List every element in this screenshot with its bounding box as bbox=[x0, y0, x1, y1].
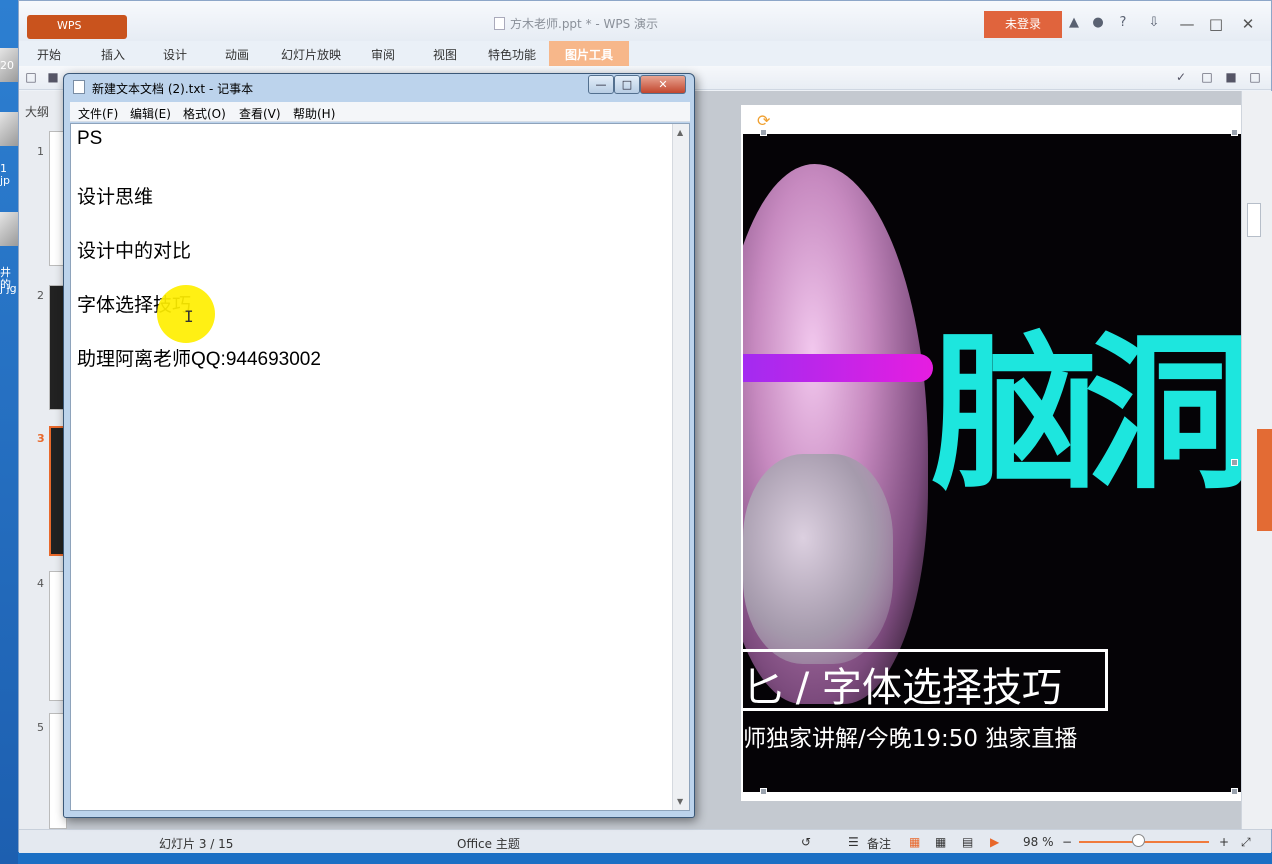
pen-icon[interactable]: ✓ bbox=[1173, 69, 1189, 85]
text-line: 设计思维 bbox=[77, 187, 154, 208]
tab-view[interactable]: 视图 bbox=[433, 46, 457, 63]
desktop-label: j jg bbox=[0, 282, 17, 295]
shirt-icon[interactable]: ▲ bbox=[1066, 15, 1082, 31]
slide-tagline: 师独家讲解/今晚19:50 独家直播 bbox=[743, 726, 1078, 752]
wps-logo-label: WPS bbox=[57, 19, 82, 32]
notepad-title: 新建文本文档 (2).txt - 记事本 bbox=[92, 82, 254, 96]
download-icon[interactable]: ⇩ bbox=[1146, 15, 1162, 31]
stop-icon[interactable]: ■ bbox=[1223, 69, 1239, 85]
window-title: 方木老师.ppt * - WPS 演示 bbox=[494, 15, 658, 32]
menu-format[interactable]: 格式(O) bbox=[183, 105, 226, 122]
notepad-document-icon bbox=[73, 80, 85, 94]
text-line: 助理阿离老师QQ:944693002 bbox=[77, 349, 321, 370]
tab-home[interactable]: 开始 bbox=[37, 46, 61, 63]
resize-handle[interactable] bbox=[1231, 459, 1238, 466]
notepad-window: 新建文本文档 (2).txt - 记事本 — □ ✕ 文件(F) 编辑(E) 格… bbox=[63, 73, 695, 818]
notepad-scrollbar[interactable]: ▲ ▼ bbox=[672, 124, 689, 810]
fit-window-icon[interactable]: ⤢ bbox=[1241, 835, 1251, 850]
slide-subtitle: 匕 / 字体选择技巧 bbox=[743, 665, 1062, 711]
notepad-titlebar[interactable]: 新建文本文档 (2).txt - 记事本 — □ ✕ bbox=[64, 74, 694, 99]
tab-animation[interactable]: 动画 bbox=[225, 46, 249, 63]
layout-icon[interactable]: □ bbox=[1199, 69, 1215, 85]
normal-view-icon[interactable]: ▦ bbox=[909, 835, 920, 849]
minimize-icon[interactable]: — bbox=[1176, 13, 1198, 35]
notes-icon[interactable]: ☰ bbox=[848, 835, 859, 849]
outline-tab[interactable]: 大纲 bbox=[25, 103, 49, 120]
rotate-icon[interactable]: ⟳ bbox=[757, 111, 770, 130]
document-icon bbox=[494, 17, 505, 30]
sorter-view-icon[interactable]: ▦ bbox=[935, 835, 946, 849]
status-bar: 幻灯片 3 / 15 Office 主题 ↺ ☰ 备注 ▦ ▦ ▤ ▶ 98 %… bbox=[19, 829, 1271, 853]
zoom-in-icon[interactable]: + bbox=[1219, 835, 1229, 849]
zoom-level: 98 % bbox=[1023, 835, 1054, 849]
slide-number-active: 3 bbox=[37, 432, 45, 445]
tab-slideshow[interactable]: 幻灯片放映 bbox=[281, 46, 341, 63]
scroll-up-icon[interactable]: ▲ bbox=[677, 128, 683, 137]
resize-handle[interactable] bbox=[760, 788, 767, 795]
tab-features[interactable]: 特色功能 bbox=[488, 46, 536, 63]
scroll-thumb[interactable] bbox=[1247, 203, 1261, 237]
resize-handle[interactable] bbox=[1231, 788, 1238, 795]
notepad-close-button[interactable]: ✕ bbox=[640, 75, 686, 94]
notepad-minimize-button[interactable]: — bbox=[588, 75, 614, 94]
desktop-label: 20 bbox=[0, 59, 14, 72]
desktop-label: 1 jp bbox=[0, 162, 11, 187]
text-line: 设计中的对比 bbox=[77, 241, 192, 262]
menu-help[interactable]: 帮助(H) bbox=[293, 105, 335, 122]
zoom-out-icon[interactable]: − bbox=[1062, 835, 1072, 849]
close-icon[interactable]: ✕ bbox=[1237, 13, 1259, 35]
notepad-maximize-button[interactable]: □ bbox=[614, 75, 640, 94]
maximize-icon[interactable]: □ bbox=[1205, 13, 1227, 35]
save-icon[interactable]: ■ bbox=[45, 69, 61, 85]
magenta-brush-stroke bbox=[743, 354, 933, 382]
slide-number: 5 bbox=[37, 721, 44, 734]
reading-view-icon[interactable]: ▤ bbox=[962, 835, 973, 849]
notepad-menubar: 文件(F) 编辑(E) 格式(O) 查看(V) 帮助(H) bbox=[70, 102, 690, 122]
slideshow-icon[interactable]: ▶ bbox=[990, 835, 999, 849]
desktop-file-icon[interactable] bbox=[0, 112, 18, 146]
selected-picture[interactable]: 脑洞 匕 / 字体选择技巧 师独家讲解/今晚19:50 独家直播 bbox=[743, 134, 1267, 792]
zoom-slider-knob[interactable] bbox=[1131, 834, 1145, 847]
slide-thumbnails-panel: 大纲 1 2 3 4 5 bbox=[19, 91, 67, 829]
slide-counter: 幻灯片 3 / 15 bbox=[159, 837, 234, 851]
menu-view[interactable]: 查看(V) bbox=[239, 105, 281, 122]
resize-handle[interactable] bbox=[760, 129, 767, 136]
ribbon-tabs: 开始 插入 设计 动画 幻灯片放映 审阅 视图 特色功能 图片工具 bbox=[19, 41, 1271, 66]
tab-insert[interactable]: 插入 bbox=[101, 46, 125, 63]
notepad-text-area[interactable]: PS 设计思维 设计中的对比 字体选择技巧 助理阿离老师QQ:944693002… bbox=[70, 123, 690, 811]
slide-number: 2 bbox=[37, 289, 44, 302]
help-icon[interactable]: ? bbox=[1115, 15, 1131, 31]
expand-icon[interactable]: □ bbox=[1247, 69, 1263, 85]
wps-titlebar: WPS 方木老师.ppt * - WPS 演示 未登录 ▲ ● ? ⇩ — □ … bbox=[19, 1, 1271, 41]
tab-design[interactable]: 设计 bbox=[163, 46, 187, 63]
desktop-file-icon[interactable] bbox=[0, 212, 18, 246]
tab-picture-tools[interactable]: 图片工具 bbox=[549, 41, 630, 66]
statue-face bbox=[743, 454, 893, 664]
theme-name: Office 主题 bbox=[457, 837, 520, 851]
ibeam-cursor-icon: I bbox=[184, 307, 194, 326]
wps-logo[interactable]: WPS bbox=[27, 15, 127, 39]
desktop-edge: 20 1 jp 井的 j jg bbox=[0, 0, 18, 864]
folder-open-icon[interactable]: □ bbox=[23, 69, 39, 85]
window-title-text: 方木老师.ppt * - WPS 演示 bbox=[510, 17, 659, 31]
slide-number: 4 bbox=[37, 577, 44, 590]
history-icon[interactable]: ↺ bbox=[801, 835, 811, 849]
login-button[interactable]: 未登录 bbox=[984, 11, 1062, 38]
menu-file[interactable]: 文件(F) bbox=[78, 105, 118, 122]
slide-number: 1 bbox=[37, 145, 44, 158]
scroll-down-icon[interactable]: ▼ bbox=[677, 797, 683, 806]
resize-handle[interactable] bbox=[1231, 129, 1238, 136]
menu-edit[interactable]: 编辑(E) bbox=[130, 105, 171, 122]
tab-review[interactable]: 审阅 bbox=[371, 46, 395, 63]
text-line: PS bbox=[77, 128, 103, 149]
slide-big-title: 脑洞 bbox=[931, 316, 1253, 512]
notes-label[interactable]: 备注 bbox=[867, 835, 891, 852]
weibo-icon[interactable]: ● bbox=[1090, 15, 1106, 31]
side-panel-toggle[interactable] bbox=[1257, 429, 1272, 531]
